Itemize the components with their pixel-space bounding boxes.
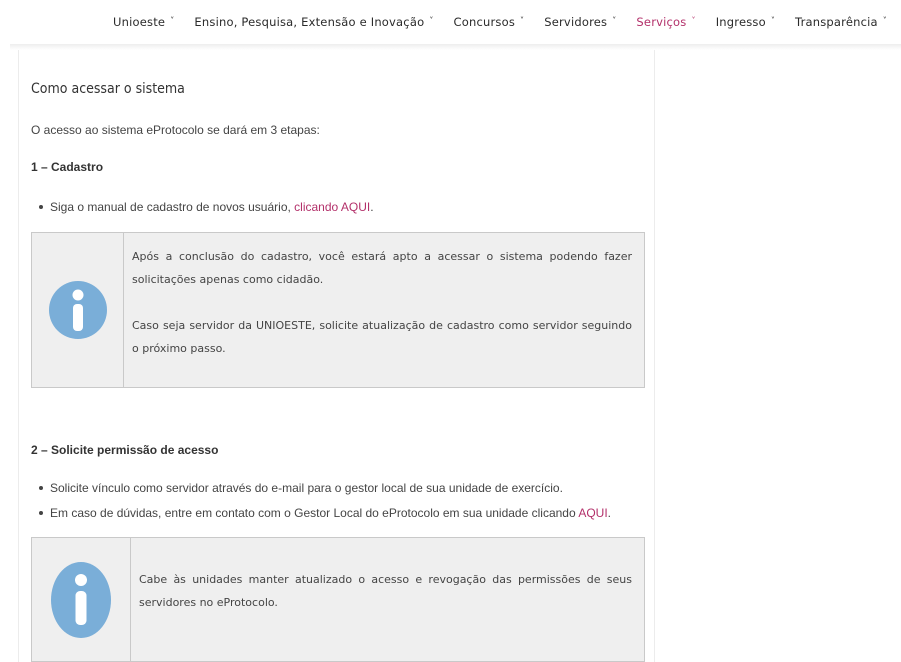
nav-item-label: Ingresso — [715, 15, 766, 29]
nav-item-label: Transparência — [795, 15, 878, 29]
list-item: Siga o manual de cadastro de novos usuár… — [39, 200, 374, 214]
info-icon-cell — [32, 538, 131, 661]
nav-item-label: Ensino, Pesquisa, Extensão e Inovação — [194, 15, 425, 29]
chevron-down-icon: ˅ — [429, 16, 434, 25]
info-icon — [48, 281, 107, 339]
info-icon-cell — [32, 233, 124, 387]
cadastro-manual-link[interactable]: clicando AQUI — [294, 200, 370, 214]
nav-item-label: Servidores — [544, 15, 608, 29]
intro-text: O acesso ao sistema eProtocolo se dará e… — [31, 123, 320, 137]
step1-list: Siga o manual de cadastro de novos usuár… — [39, 200, 374, 225]
info-box-cadastro: Após a conclusão do cadastro, você estar… — [31, 232, 645, 388]
nav-item-label: Unioeste — [113, 15, 166, 29]
info-paragraph: Cabe às unidades manter atualizado o ace… — [139, 573, 632, 609]
chevron-down-icon: ˅ — [691, 16, 696, 25]
nav-item-transparencia[interactable]: Transparência ˅ — [795, 15, 887, 29]
nav-item-servidores[interactable]: Servidores ˅ — [544, 15, 616, 29]
bullet-icon — [39, 205, 43, 209]
step2-bullet1-text: Solicite vínculo como servidor através d… — [50, 481, 563, 495]
page-title: Como acessar o sistema — [31, 81, 185, 97]
info-paragraph: Após a conclusão do cadastro, você estar… — [132, 250, 632, 286]
chevron-down-icon: ˅ — [612, 16, 617, 25]
main-content: Como acessar o sistema O acesso ao siste… — [18, 50, 655, 662]
gestor-local-link[interactable]: AQUI — [578, 506, 607, 520]
step2-bullet2-end: . — [607, 506, 611, 520]
step2-bullet2-text: Em caso de dúvidas, entre em contato com… — [50, 506, 579, 520]
step2-title: 2 – Solicite permissão de acesso — [31, 443, 219, 457]
step1-title: 1 – Cadastro — [31, 160, 104, 174]
step1-bullet-end: . — [370, 200, 374, 214]
nav-item-concursos[interactable]: Concursos ˅ — [454, 15, 525, 29]
nav-item-ingresso[interactable]: Ingresso ˅ — [716, 15, 775, 29]
step1-bullet-text: Siga o manual de cadastro de novos usuár… — [50, 200, 295, 214]
nav-item-label: Concursos — [453, 15, 516, 29]
nav-item-unioeste[interactable]: Unioeste ˅ — [113, 15, 174, 29]
bullet-icon — [39, 511, 43, 515]
info-paragraph: Caso seja servidor da UNIOESTE, solicite… — [132, 319, 632, 355]
info-text: Após a conclusão do cadastro, você estar… — [124, 233, 644, 387]
info-box-permissao: Cabe às unidades manter atualizado o ace… — [31, 537, 645, 662]
nav-item-ensino[interactable]: Ensino, Pesquisa, Extensão e Inovação ˅ — [194, 15, 433, 29]
top-navigation: Unioeste ˅ Ensino, Pesquisa, Extensão e … — [0, 0, 901, 44]
bullet-icon — [39, 486, 43, 490]
info-icon — [51, 561, 111, 638]
list-item: Em caso de dúvidas, entre em contato com… — [39, 506, 611, 520]
nav-item-servicos[interactable]: Serviços ˅ — [636, 15, 695, 29]
nav-item-label: Serviços — [636, 15, 687, 29]
chevron-down-icon: ˅ — [520, 16, 525, 25]
info-text: Cabe às unidades manter atualizado o ace… — [131, 538, 644, 661]
chevron-down-icon: ˅ — [770, 16, 776, 25]
chevron-down-icon: ˅ — [882, 16, 887, 25]
list-item: Solicite vínculo como servidor através d… — [39, 481, 611, 495]
chevron-down-icon: ˅ — [170, 16, 175, 25]
step2-list: Solicite vínculo como servidor através d… — [39, 481, 611, 531]
